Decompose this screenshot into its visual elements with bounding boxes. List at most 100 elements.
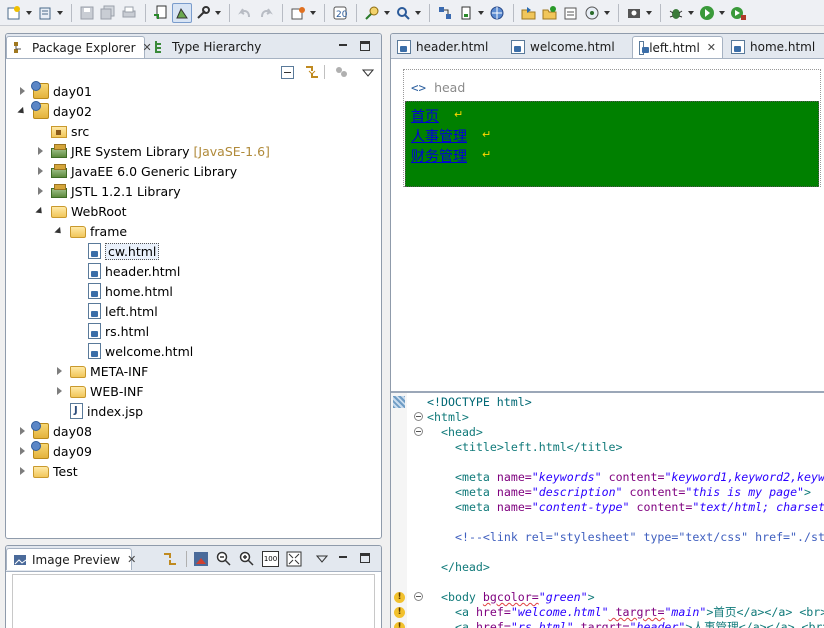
search-icon[interactable] — [362, 3, 382, 23]
new-wizard-dropdown[interactable] — [25, 3, 33, 23]
expand-arrow-icon[interactable] — [17, 426, 27, 436]
collapse-all-icon[interactable] — [281, 66, 294, 79]
tree-item-src[interactable]: src — [35, 121, 89, 141]
link-editor-icon[interactable] — [304, 64, 320, 80]
save-icon[interactable] — [77, 3, 97, 23]
expand-arrow-icon[interactable] — [17, 86, 27, 96]
project-icon[interactable] — [435, 3, 455, 23]
fold-icon[interactable] — [414, 592, 423, 601]
zoom-100-button[interactable]: 100 — [262, 551, 279, 567]
zoom-in-icon[interactable] — [239, 551, 255, 567]
zoom-out-icon[interactable] — [216, 551, 232, 567]
focus-icon[interactable] — [334, 65, 348, 79]
code-line[interactable]: <body bgcolor="green"> — [441, 590, 595, 605]
new-wizard-icon[interactable] — [4, 3, 24, 23]
fold-icon[interactable] — [414, 412, 423, 421]
deploy-icon[interactable] — [151, 3, 171, 23]
find-icon[interactable] — [393, 3, 413, 23]
expand-arrow-icon[interactable] — [54, 386, 64, 396]
tab-left-html[interactable]: left.html ✕ — [632, 36, 723, 58]
web-icon[interactable] — [487, 3, 507, 23]
tree-item-index-jsp[interactable]: index.jsp — [54, 401, 143, 421]
code-line[interactable]: <meta name="content-type" content="text/… — [455, 500, 824, 515]
tab-type-hierarchy[interactable]: Type Hierarchy — [147, 36, 267, 58]
camera-dropdown[interactable] — [645, 3, 653, 23]
code-line[interactable]: <!--<link rel="stylesheet" type="text/cs… — [455, 530, 824, 545]
tab-package-explorer[interactable]: Package Explorer ✕ — [6, 36, 152, 58]
tree-item-rs-html[interactable]: rs.html — [72, 321, 149, 341]
view-menu-icon[interactable] — [315, 553, 329, 563]
open-view-icon[interactable] — [582, 3, 602, 23]
run-icon[interactable] — [697, 3, 717, 23]
find-dropdown[interactable] — [414, 3, 422, 23]
fold-icon[interactable] — [414, 427, 423, 436]
view-menu-icon[interactable] — [361, 67, 375, 77]
build-icon[interactable] — [288, 3, 308, 23]
tools-icon[interactable] — [193, 3, 213, 23]
tree-item-day02[interactable]: day02 — [17, 101, 92, 121]
code-line[interactable]: <head> — [441, 425, 483, 440]
tree-item-cw-html[interactable]: cw.html — [72, 241, 160, 261]
maximize-icon[interactable] — [360, 41, 370, 51]
tree-item-day01[interactable]: day01 — [17, 81, 92, 101]
tree-item-meta-inf[interactable]: META-INF — [54, 361, 148, 381]
tree-item-home-html[interactable]: home.html — [72, 281, 173, 301]
minimize-icon[interactable] — [336, 39, 350, 52]
link-hr[interactable]: 人事管理 — [411, 126, 467, 146]
back-icon[interactable] — [235, 3, 255, 23]
maximize-icon[interactable] — [360, 553, 370, 563]
save-all-icon[interactable] — [98, 3, 118, 23]
expand-arrow-icon[interactable] — [17, 466, 27, 476]
warning-icon[interactable] — [394, 607, 405, 618]
sync-icon[interactable] — [162, 551, 178, 567]
external-tools-icon[interactable] — [728, 3, 748, 23]
warning-icon[interactable] — [394, 592, 405, 603]
task-icon[interactable] — [561, 3, 581, 23]
open-view-dropdown[interactable] — [603, 3, 611, 23]
tree-item-day09[interactable]: day09 — [17, 441, 92, 461]
tab-home-html[interactable]: home.html — [725, 36, 821, 58]
new-icon[interactable] — [35, 3, 55, 23]
expand-arrow-icon[interactable] — [35, 186, 45, 196]
code-line[interactable]: <title>left.html</title> — [455, 440, 623, 455]
close-icon[interactable]: ✕ — [707, 41, 716, 54]
tools-dropdown[interactable] — [214, 3, 222, 23]
warning-icon[interactable] — [394, 622, 405, 628]
code-line[interactable]: <!DOCTYPE html> — [427, 395, 532, 410]
open-file-icon[interactable] — [519, 3, 539, 23]
tree-item-web-inf[interactable]: WEB-INF — [54, 381, 144, 401]
head-element[interactable]: <> head — [411, 80, 465, 95]
tree-item-javaee[interactable]: JavaEE 6.0 Generic Library — [35, 161, 237, 181]
tab-header-html[interactable]: header.html — [391, 36, 494, 58]
code-line[interactable]: <meta name="keywords" content="keyword1,… — [455, 470, 824, 485]
expand-arrow-icon[interactable] — [17, 446, 27, 456]
tree-item-test[interactable]: Test — [17, 461, 78, 481]
open-type-icon[interactable]: 20 — [330, 3, 350, 23]
code-line[interactable]: <meta name="description" content="this i… — [455, 485, 811, 500]
tree-item-frame[interactable]: frame — [54, 221, 127, 241]
tab-image-preview[interactable]: Image Preview ✕ — [6, 548, 136, 570]
image-fit-icon[interactable] — [193, 551, 209, 567]
tree-item-welcome-html[interactable]: welcome.html — [72, 341, 193, 361]
run-server-icon[interactable] — [172, 2, 192, 23]
build-dropdown[interactable] — [309, 3, 317, 23]
run-dropdown[interactable] — [718, 3, 726, 23]
expand-arrow-icon[interactable] — [35, 166, 45, 176]
tree-item-day08[interactable]: day08 — [17, 421, 92, 441]
minimize-icon[interactable] — [336, 551, 350, 564]
expand-arrow-icon[interactable] — [54, 366, 64, 376]
debug-icon[interactable] — [666, 3, 686, 23]
collapse-arrow-icon[interactable] — [54, 226, 64, 236]
code-line[interactable]: <html> — [427, 410, 469, 425]
tree-item-jstl[interactable]: JSTL 1.2.1 Library — [35, 181, 181, 201]
new-dropdown[interactable] — [56, 3, 64, 23]
expand-arrow-icon[interactable] — [35, 146, 45, 156]
search-dropdown[interactable] — [383, 3, 391, 23]
tree-item-jre[interactable]: JRE System Library [JavaSE-1.6] — [35, 141, 270, 161]
server-dropdown[interactable] — [477, 3, 485, 23]
fit-window-icon[interactable] — [286, 551, 302, 567]
tree-item-webroot[interactable]: WebRoot — [35, 201, 127, 221]
tree-item-left-html[interactable]: left.html — [72, 301, 158, 321]
server-icon[interactable] — [456, 3, 476, 23]
debug-dropdown[interactable] — [687, 3, 695, 23]
